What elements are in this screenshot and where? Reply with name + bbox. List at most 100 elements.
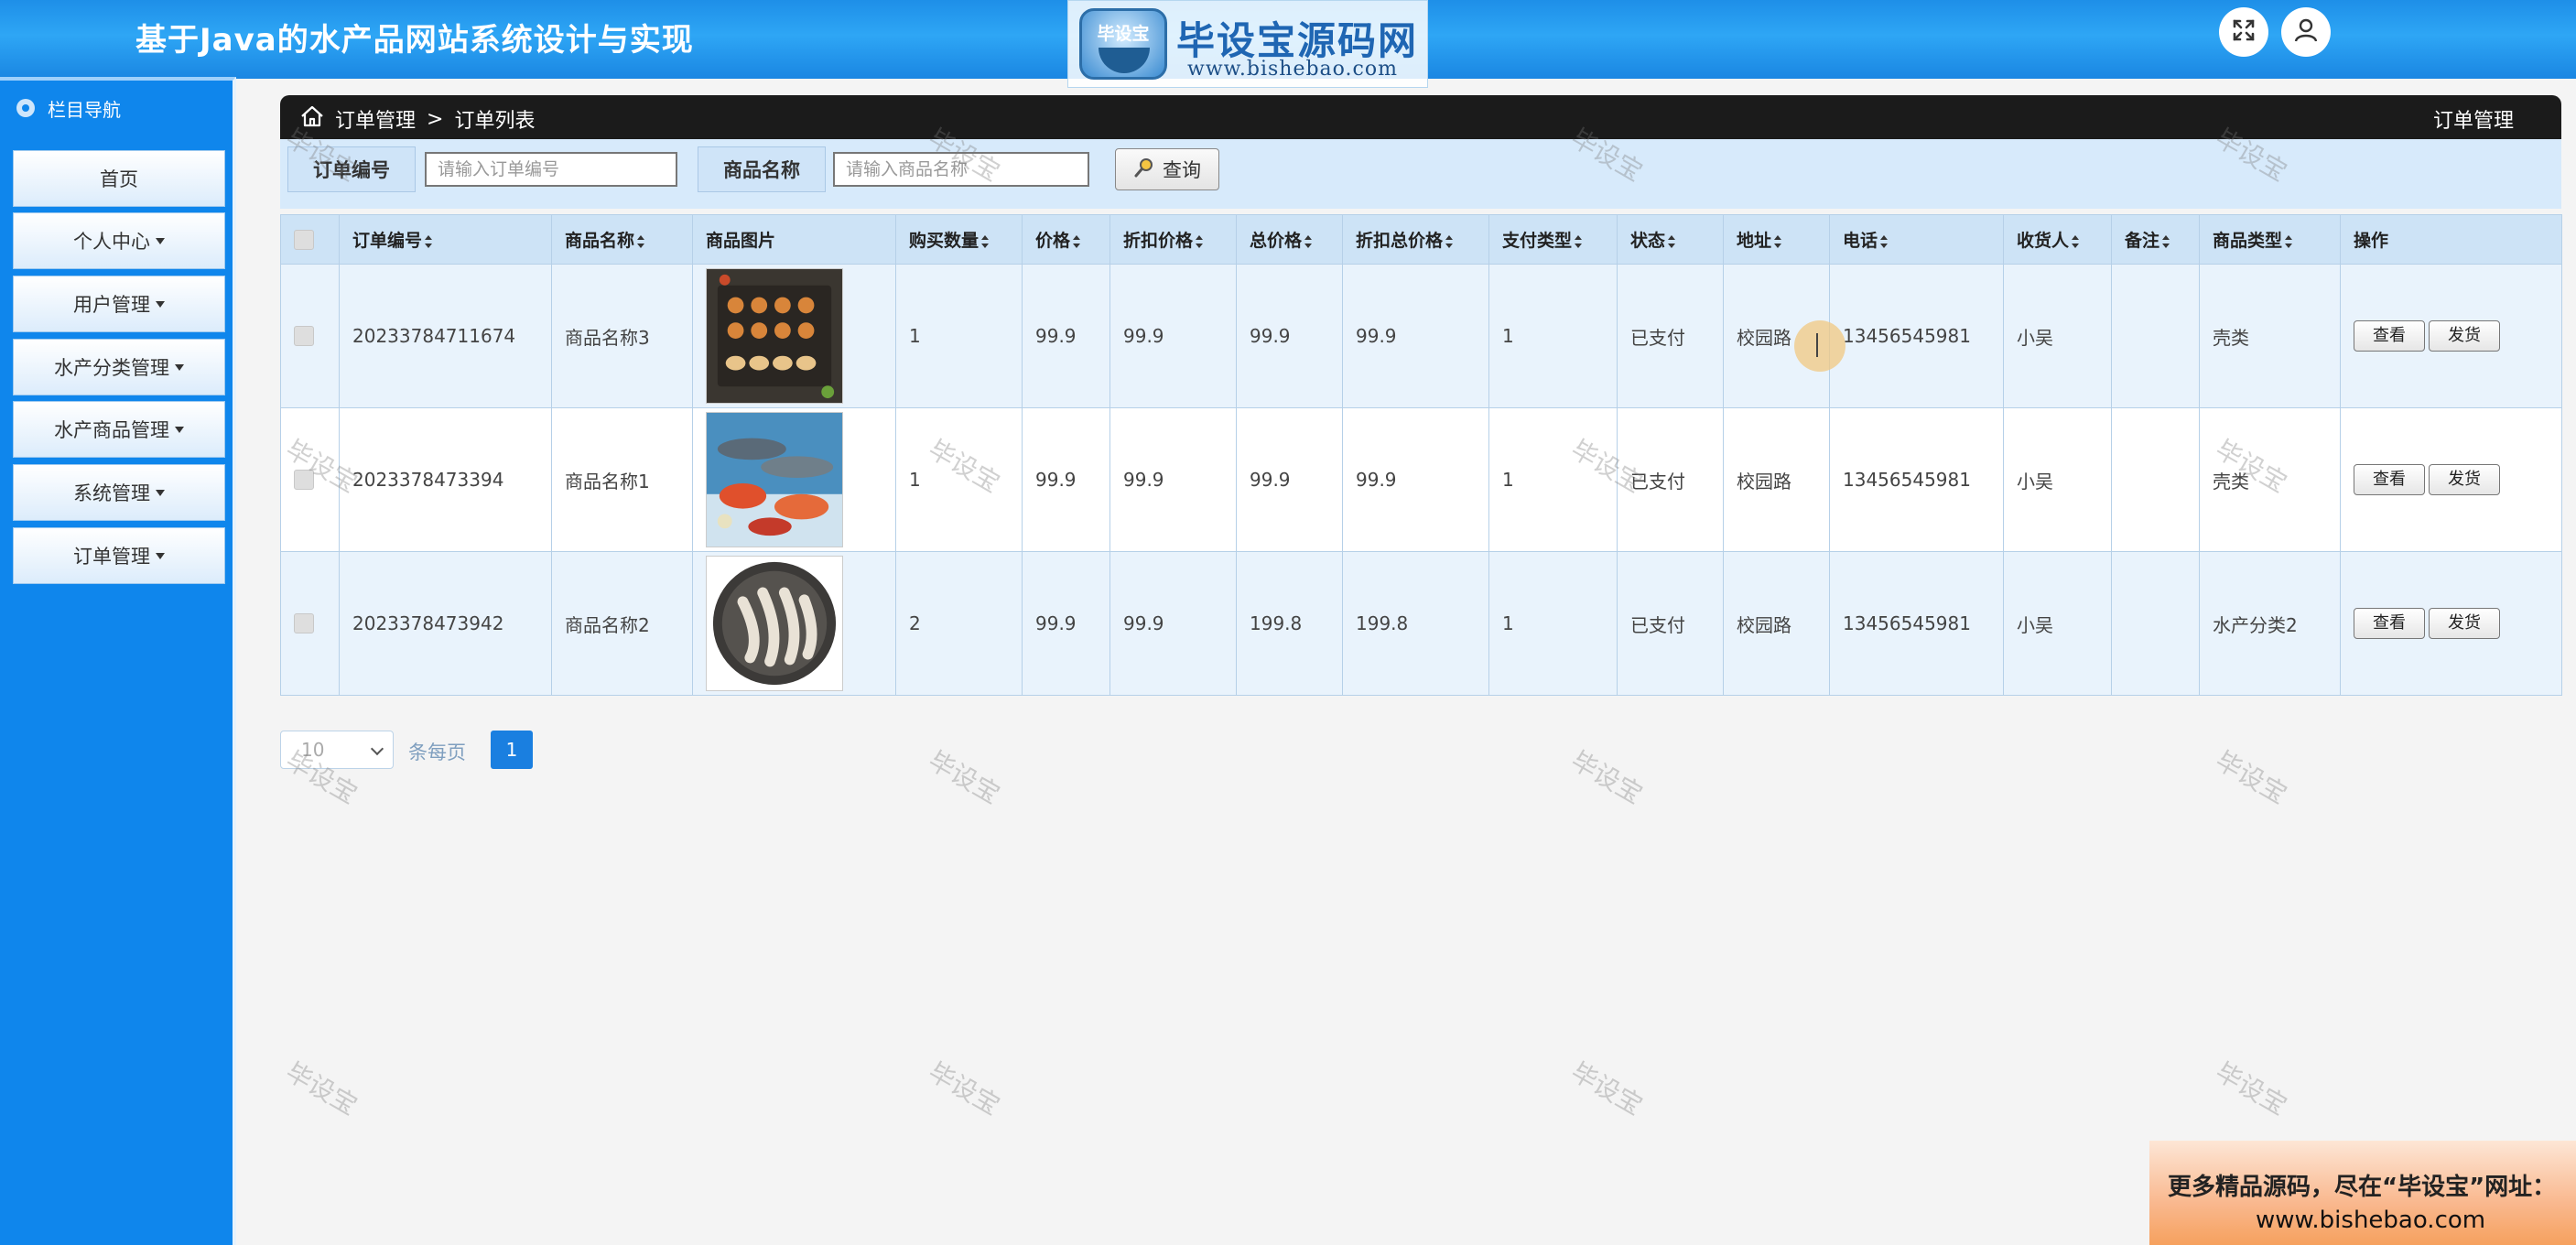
per-page-label: 条每页 xyxy=(408,742,466,763)
breadcrumb-separator: > xyxy=(427,107,444,131)
remark-cell xyxy=(2111,407,2200,552)
caret-down-icon xyxy=(156,300,165,308)
actions-cell: 查看 发货 xyxy=(2340,407,2562,552)
page-title: 订单管理 xyxy=(2432,110,2514,133)
product-image-cell xyxy=(692,407,896,552)
col-total[interactable]: 总价格 xyxy=(1236,214,1343,265)
watermark: 毕设宝 xyxy=(280,1056,363,1121)
breadcrumb-bar: 订单管理 > 订单列表 订单管理 xyxy=(280,95,2561,139)
home-icon[interactable] xyxy=(300,105,324,133)
discount-price-cell: 99.9 xyxy=(1109,264,1237,408)
col-receiver[interactable]: 收货人 xyxy=(2003,214,2112,265)
actions-cell: 查看 发货 xyxy=(2340,551,2562,696)
col-category[interactable]: 商品类型 xyxy=(2199,214,2341,265)
col-order-no[interactable]: 订单编号 xyxy=(339,214,552,265)
category-cell: 壳类 xyxy=(2199,407,2341,552)
pay-type-cell: 1 xyxy=(1488,264,1618,408)
row-select-cell xyxy=(280,264,340,408)
col-discount-price[interactable]: 折扣价格 xyxy=(1109,214,1237,265)
table-row: 20233784711674 商品名称3 1 99.9 99.9 99.9 99… xyxy=(280,264,2562,408)
order-no-input[interactable] xyxy=(425,152,677,187)
product-name-input[interactable] xyxy=(833,152,1089,187)
search-bar: 订单编号 商品名称 查询 xyxy=(280,139,2561,209)
row-select-cell xyxy=(280,551,340,696)
sidebar-item-user-management[interactable]: 用户管理 xyxy=(13,276,225,332)
col-price[interactable]: 价格 xyxy=(1022,214,1110,265)
col-remark[interactable]: 备注 xyxy=(2111,214,2200,265)
search-icon xyxy=(1133,157,1155,183)
sidebar: 栏目导航 首页 个人中心 用户管理 水产分类管理 水产商品管理 系统管理 订单管… xyxy=(0,77,236,1245)
sort-icon xyxy=(1304,234,1313,248)
col-discount-total[interactable]: 折扣总价格 xyxy=(1342,214,1489,265)
product-image-fish-assortment xyxy=(706,412,843,547)
discount-price-cell: 99.9 xyxy=(1109,407,1237,552)
address-cell: 校园路 xyxy=(1723,551,1830,696)
sort-icon xyxy=(1668,234,1676,248)
quantity-cell: 1 xyxy=(895,264,1023,408)
view-button[interactable]: 查看 xyxy=(2354,464,2425,495)
row-checkbox[interactable] xyxy=(294,613,314,633)
sidebar-item-home[interactable]: 首页 xyxy=(13,150,225,207)
sort-icon xyxy=(637,234,645,248)
sidebar-item-system-management[interactable]: 系统管理 xyxy=(13,464,225,521)
product-name-label: 商品名称 xyxy=(698,146,826,192)
ship-button[interactable]: 发货 xyxy=(2429,320,2500,352)
watermark: 毕设宝 xyxy=(2210,1056,2292,1121)
quantity-cell: 2 xyxy=(895,551,1023,696)
col-quantity[interactable]: 购买数量 xyxy=(895,214,1023,265)
status-cell: 已支付 xyxy=(1617,551,1724,696)
watermark: 毕设宝 xyxy=(1565,745,1648,810)
table-row: 2023378473394 商品名称1 1 99.9 99.9 99.9 99.… xyxy=(280,407,2562,552)
sidebar-item-order-management[interactable]: 订单管理 xyxy=(13,527,225,584)
order-no-cell: 20233784711674 xyxy=(339,264,552,408)
remark-cell xyxy=(2111,551,2200,696)
price-cell: 99.9 xyxy=(1022,407,1110,552)
product-image-shrimp-plate xyxy=(706,556,843,691)
watermark: 毕设宝 xyxy=(923,745,1005,810)
sidebar-item-personal-center[interactable]: 个人中心 xyxy=(13,212,225,269)
col-product-image: 商品图片 xyxy=(692,214,896,265)
sidebar-item-category-management[interactable]: 水产分类管理 xyxy=(13,339,225,395)
watermark: 毕设宝 xyxy=(1565,1056,1648,1121)
fullscreen-button[interactable] xyxy=(2219,7,2268,57)
col-product-name[interactable]: 商品名称 xyxy=(551,214,693,265)
ship-button[interactable]: 发货 xyxy=(2429,608,2500,639)
order-no-label: 订单编号 xyxy=(287,146,416,192)
caret-down-icon xyxy=(156,552,165,559)
promo-banner[interactable]: 更多精品源码，尽在“毕设宝”网址： www.bishebao.com xyxy=(2149,1141,2576,1245)
discount-price-cell: 99.9 xyxy=(1109,551,1237,696)
view-button[interactable]: 查看 xyxy=(2354,320,2425,352)
product-image-cell xyxy=(692,551,896,696)
select-all-checkbox[interactable] xyxy=(294,229,314,250)
breadcrumb-section[interactable]: 订单管理 xyxy=(335,104,416,134)
price-cell: 99.9 xyxy=(1022,264,1110,408)
receiver-cell: 小吴 xyxy=(2003,264,2112,408)
total-cell: 199.8 xyxy=(1236,551,1343,696)
row-select-cell xyxy=(280,407,340,552)
col-pay-type[interactable]: 支付类型 xyxy=(1488,214,1618,265)
promo-line-1: 更多精品源码，尽在“毕设宝”网址： xyxy=(2168,1174,2557,1201)
sort-icon xyxy=(2162,234,2170,248)
pay-type-cell: 1 xyxy=(1488,551,1618,696)
query-button[interactable]: 查询 xyxy=(1115,148,1219,190)
sort-icon xyxy=(1774,234,1782,248)
caret-down-icon xyxy=(175,426,184,433)
col-actions: 操作 xyxy=(2340,214,2562,265)
page-size-select[interactable]: 10 xyxy=(280,731,394,769)
row-checkbox[interactable] xyxy=(294,470,314,490)
ship-button[interactable]: 发货 xyxy=(2429,464,2500,495)
user-button[interactable] xyxy=(2281,7,2331,57)
page-button-current[interactable]: 1 xyxy=(491,731,533,769)
total-cell: 99.9 xyxy=(1236,407,1343,552)
row-checkbox[interactable] xyxy=(294,326,314,346)
col-phone[interactable]: 电话 xyxy=(1829,214,2004,265)
col-status[interactable]: 状态 xyxy=(1617,214,1724,265)
sidebar-item-product-management[interactable]: 水产商品管理 xyxy=(13,401,225,458)
breadcrumb: 订单管理 > 订单列表 xyxy=(300,104,535,134)
promo-url[interactable]: www.bishebao.com xyxy=(2256,1207,2485,1234)
discount-total-cell: 99.9 xyxy=(1342,264,1489,408)
view-button[interactable]: 查看 xyxy=(2354,608,2425,639)
sort-icon xyxy=(1196,234,1204,248)
col-address[interactable]: 地址 xyxy=(1723,214,1830,265)
product-name-cell: 商品名称1 xyxy=(551,407,693,552)
